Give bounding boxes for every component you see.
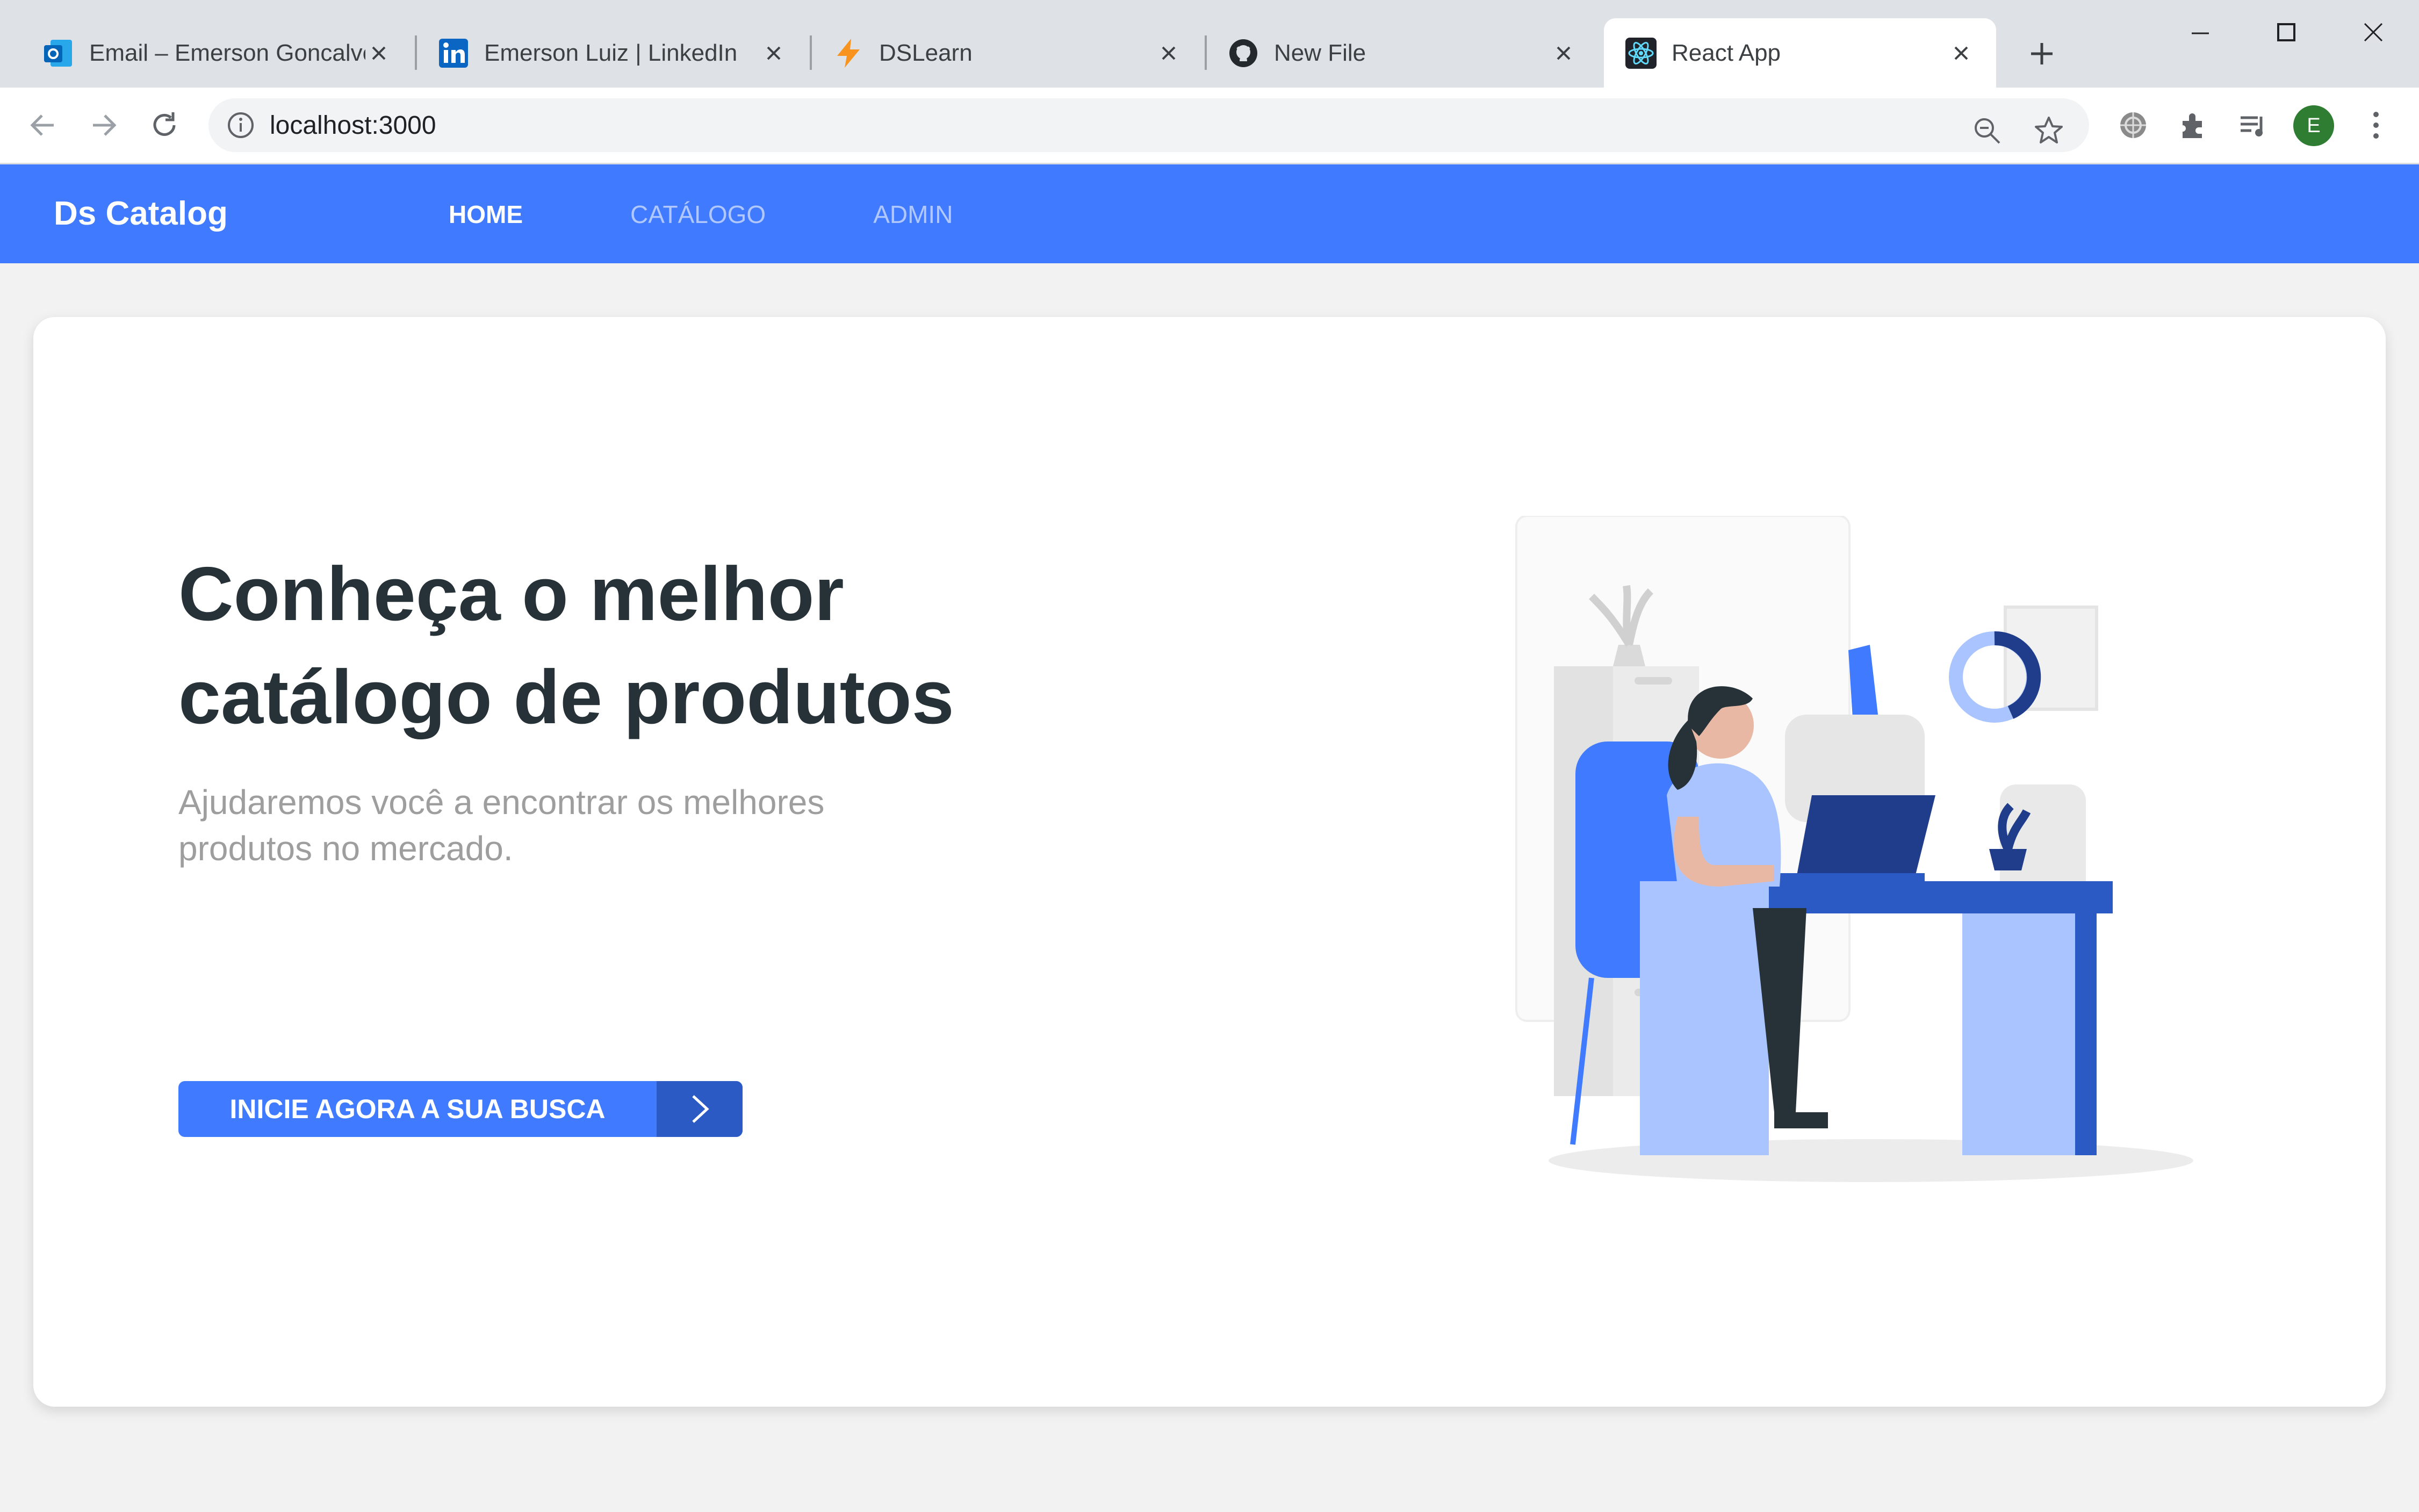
reload-button[interactable] — [143, 104, 186, 147]
reload-icon — [153, 112, 176, 136]
menu-kebab-icon[interactable] — [2355, 104, 2398, 147]
nav-link-catalogo[interactable]: CATÁLOGO — [630, 200, 766, 229]
profile-avatar[interactable]: E — [2293, 105, 2334, 146]
hero-title: Conheça o melhor catálogo de produtos — [178, 543, 1038, 749]
info-icon[interactable] — [225, 109, 257, 141]
start-search-label: INICIE AGORA A SUA BUSCA — [229, 1094, 606, 1124]
new-tab-button[interactable] — [2020, 32, 2063, 75]
minimize-icon — [2192, 32, 2209, 34]
tab-dslearn[interactable]: DSLearn — [811, 18, 1204, 88]
tab-title: React App — [1672, 39, 1781, 66]
tab-strip: Email – Emerson Goncalves Emerson Luiz |… — [0, 0, 2419, 88]
close-icon[interactable] — [365, 40, 392, 67]
home-card: Conheça o melhor catálogo de produtos Aj… — [33, 317, 2386, 1407]
tab-email[interactable]: Email – Emerson Goncalves — [21, 18, 414, 88]
hero-subtitle-line-2: produtos no mercado. — [178, 829, 513, 868]
media-queue-icon[interactable] — [2231, 104, 2274, 147]
woman-at-desk-illustration — [1515, 516, 2193, 1182]
close-icon[interactable] — [1948, 40, 1975, 67]
tab-github[interactable]: New File — [1206, 18, 1599, 88]
nav-link-admin[interactable]: ADMIN — [873, 200, 953, 229]
hero-title-line-1: Conheça o melhor — [178, 551, 844, 637]
close-icon[interactable] — [760, 40, 787, 67]
tab-title: New File — [1274, 39, 1366, 66]
react-icon — [1625, 37, 1657, 69]
extension-globe-icon[interactable] — [2112, 104, 2155, 147]
tab-react-app[interactable]: React App — [1604, 18, 1996, 88]
close-icon[interactable] — [1155, 40, 1182, 67]
address-bar[interactable]: localhost:3000 — [208, 98, 2089, 152]
app-navbar: Ds Catalog HOME CATÁLOGO ADMIN — [0, 164, 2419, 263]
arrow-left-icon — [30, 114, 54, 136]
back-button[interactable] — [21, 104, 64, 147]
tab-title: Emerson Luiz | LinkedIn — [484, 39, 738, 66]
close-window-button[interactable] — [2344, 11, 2403, 54]
forward-button[interactable] — [82, 104, 125, 147]
hero-title-line-2: catálogo de produtos — [178, 654, 954, 740]
github-icon — [1228, 38, 1259, 69]
outlook-icon — [43, 38, 74, 69]
star-icon[interactable] — [2027, 109, 2070, 152]
tab-title: Email – Emerson Goncalves — [89, 39, 365, 66]
minimize-button[interactable] — [2171, 11, 2230, 54]
hero-subtitle: Ajudaremos você a encontrar os melhores … — [178, 779, 845, 872]
tab-title: DSLearn — [879, 39, 973, 66]
close-icon — [2364, 23, 2383, 42]
brand-logo[interactable]: Ds Catalog — [54, 195, 228, 233]
url-text: localhost:3000 — [270, 111, 436, 140]
plus-icon — [2031, 43, 2053, 64]
extensions-puzzle-icon[interactable] — [2172, 104, 2215, 147]
nav-link-home[interactable]: HOME — [449, 200, 523, 229]
linkedin-icon — [438, 38, 469, 69]
arrow-right-icon — [93, 114, 117, 136]
zoom-icon[interactable] — [1966, 109, 2008, 152]
hero-subtitle-line-1: Ajudaremos você a encontrar os melhores — [178, 783, 825, 822]
lightning-icon — [833, 38, 864, 69]
chevron-right-icon — [657, 1081, 743, 1137]
main-nav: HOME CATÁLOGO ADMIN — [449, 200, 1060, 229]
close-icon[interactable] — [1550, 40, 1577, 67]
browser-toolbar: localhost:3000 E — [0, 88, 2419, 164]
start-search-button[interactable]: INICIE AGORA A SUA BUSCA — [178, 1081, 743, 1137]
tab-linkedin[interactable]: Emerson Luiz | LinkedIn — [416, 18, 809, 88]
maximize-icon — [2277, 23, 2295, 41]
maximize-button[interactable] — [2257, 11, 2316, 54]
